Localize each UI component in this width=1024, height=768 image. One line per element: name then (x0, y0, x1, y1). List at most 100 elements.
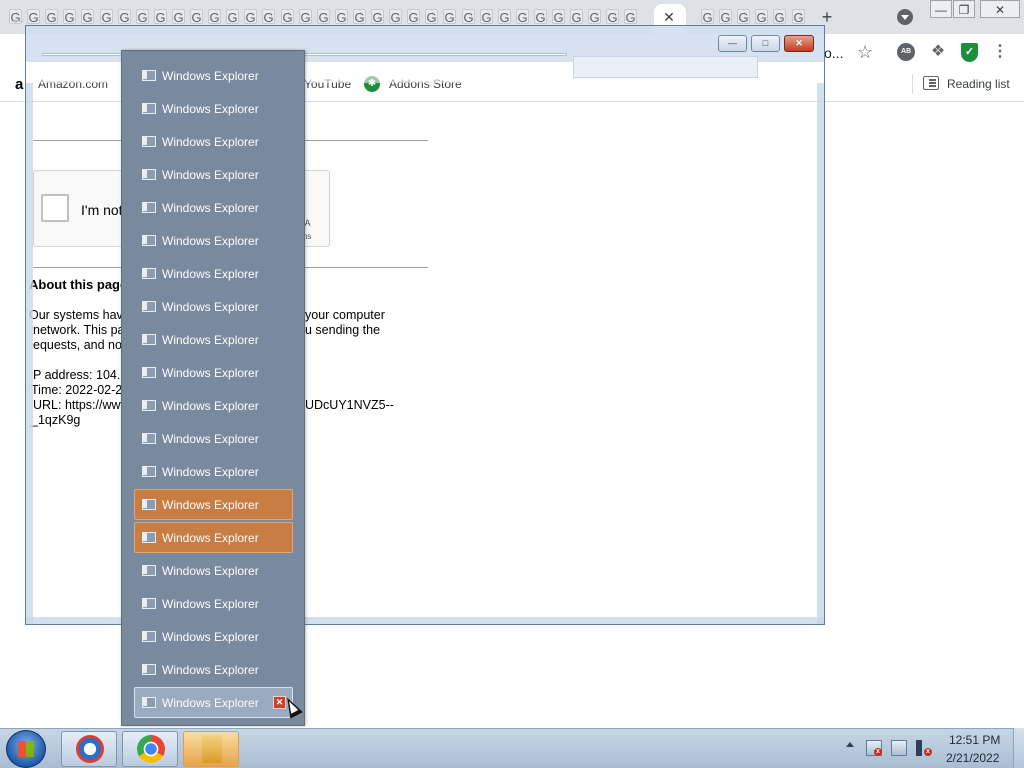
tab-favicon-icon[interactable]: G (172, 9, 185, 25)
tab-favicon-icon[interactable]: G (244, 9, 257, 25)
tab-favicon-icon[interactable]: G (792, 9, 805, 25)
tab-favicon-icon[interactable]: G (588, 9, 601, 25)
tab-favicon-icon[interactable]: G (407, 9, 420, 25)
body-line: Our systems hav (29, 308, 123, 322)
explorer-window-icon (142, 631, 156, 642)
window-thumbnail-item[interactable]: Windows Explorer (134, 258, 293, 289)
window-thumbnail-item[interactable]: Windows Explorer (134, 522, 293, 553)
window-thumbnail-label: Windows Explorer (162, 498, 259, 512)
tab-favicon-icon[interactable]: G (624, 9, 637, 25)
taskbar-item-vpn[interactable] (61, 731, 117, 767)
tab-favicon-icon[interactable]: G (773, 9, 786, 25)
window-thumbnail-item[interactable]: Windows Explorer (134, 423, 293, 454)
tab-favicon-icon[interactable]: G (570, 9, 583, 25)
tab-favicon-icon[interactable]: G (317, 9, 330, 25)
clock-time[interactable]: 12:51 PM (949, 733, 1000, 747)
tab-favicon-icon[interactable]: G (552, 9, 565, 25)
taskbar-item-explorer[interactable] (183, 731, 239, 767)
window-thumbnail-item[interactable]: Windows Explorer (134, 489, 293, 520)
tab-favicon-icon[interactable]: G (462, 9, 475, 25)
window-thumbnail-item[interactable]: Windows Explorer (134, 324, 293, 355)
window-thumbnail-item[interactable]: Windows Explorer (134, 357, 293, 388)
reading-list-button[interactable]: Reading list (947, 77, 1010, 91)
tab-favicon-icon[interactable]: G (606, 9, 619, 25)
window-thumbnail-item[interactable]: Windows Explorer (134, 390, 293, 421)
tab-favicon-icon[interactable]: G (45, 9, 58, 25)
window-thumbnail-item[interactable]: Windows Explorer (134, 291, 293, 322)
chrome-minimize-button[interactable]: — (930, 0, 952, 18)
explorer-maximize-button[interactable]: □ (751, 35, 780, 52)
tab-favicon-icon[interactable]: G (425, 9, 438, 25)
tab-favicon-icon[interactable]: G (100, 9, 113, 25)
recaptcha-label: I'm not (81, 202, 123, 218)
body-line-right: your computer (305, 308, 385, 322)
tab-favicon-icon[interactable]: G (516, 9, 529, 25)
recaptcha-checkbox[interactable] (41, 194, 69, 222)
tab-favicon-icon[interactable]: G (371, 9, 384, 25)
tab-favicon-icon[interactable]: G (118, 9, 131, 25)
window-thumbnail-label: Windows Explorer (162, 399, 259, 413)
adblock-extension-icon[interactable]: AB (897, 43, 915, 61)
tab-favicon-icon[interactable]: G (353, 9, 366, 25)
window-thumbnail-item[interactable]: Windows Explorer (134, 60, 293, 91)
explorer-minimize-button[interactable]: — (718, 35, 747, 52)
window-thumbnail-item[interactable]: Windows Explorer (134, 93, 293, 124)
window-thumbnail-label: Windows Explorer (162, 102, 259, 116)
tab-favicon-icon[interactable]: G (335, 9, 348, 25)
tab-favicon-icon[interactable]: G (389, 9, 402, 25)
chrome-restore-button[interactable]: ❐ (953, 0, 975, 18)
tab-favicon-icon[interactable]: G (226, 9, 239, 25)
clock-date[interactable]: 2/21/2022 (946, 751, 999, 765)
window-thumbnail-item[interactable]: Windows Explorer (134, 192, 293, 223)
amazon-icon[interactable]: a (15, 76, 23, 93)
taskbar-item-chrome[interactable] (122, 731, 178, 767)
window-thumbnail-item[interactable]: Windows Explorer (134, 126, 293, 157)
tab-favicon-icon[interactable]: G (701, 9, 714, 25)
window-thumbnail-item[interactable]: Windows Explorer (134, 555, 293, 586)
tab-search-icon[interactable] (897, 9, 913, 25)
new-tab-button[interactable]: + (817, 7, 837, 27)
tab-close-icon[interactable]: ✕ (660, 8, 678, 26)
window-thumbnail-item[interactable]: Windows Explorer (134, 687, 293, 718)
tab-favicon-icon[interactable]: G (81, 9, 94, 25)
tab-favicon-icon[interactable]: G (281, 9, 294, 25)
window-thumbnail-item[interactable]: Windows Explorer (134, 456, 293, 487)
address-bar-text[interactable]: o... (824, 45, 843, 61)
window-thumbnail-item[interactable]: Windows Explorer (134, 588, 293, 619)
window-thumbnail-item[interactable]: Windows Explorer (134, 621, 293, 652)
explorer-search-box[interactable] (573, 56, 758, 78)
tab-favicon-icon[interactable]: G (737, 9, 750, 25)
show-hidden-icons-icon[interactable] (846, 742, 854, 747)
explorer-window-border (817, 83, 825, 625)
body-line-right: UDcUY1NVZ5-- (305, 398, 394, 412)
window-thumbnail-item[interactable]: Windows Explorer (134, 225, 293, 256)
explorer-window-icon (142, 532, 156, 543)
window-thumbnail-label: Windows Explorer (162, 663, 259, 677)
show-desktop-button[interactable] (1013, 728, 1024, 768)
tab-favicon-icon[interactable]: G (262, 9, 275, 25)
reading-list-icon[interactable] (923, 76, 939, 90)
tab-favicon-icon[interactable]: G (190, 9, 203, 25)
tab-favicon-icon[interactable]: G (154, 9, 167, 25)
extensions-puzzle-icon[interactable]: ❖ (928, 42, 948, 62)
network-icon[interactable] (891, 740, 907, 756)
explorer-close-button[interactable]: ✕ (784, 35, 814, 52)
chrome-menu-icon[interactable]: ⋮ (992, 42, 1008, 62)
tab-favicon-icon[interactable]: G (719, 9, 732, 25)
tab-favicon-icon[interactable]: G (480, 9, 493, 25)
bookmark-star-icon[interactable]: ☆ (857, 43, 875, 61)
explorer-window-icon (142, 169, 156, 180)
tab-favicon-icon[interactable]: G (299, 9, 312, 25)
tab-favicon-icon[interactable]: G (443, 9, 456, 25)
tab-favicon-icon[interactable]: G (498, 9, 511, 25)
tab-favicon-icon[interactable]: G (534, 9, 547, 25)
tab-favicon-icon[interactable]: G (136, 9, 149, 25)
window-thumbnail-item[interactable]: Windows Explorer (134, 159, 293, 190)
tab-favicon-icon[interactable]: G (208, 9, 221, 25)
tab-favicon-icon[interactable]: G (755, 9, 768, 25)
chrome-close-button[interactable]: ✕ (980, 0, 1020, 18)
tab-favicon-icon[interactable]: G (63, 9, 76, 25)
start-button[interactable] (6, 730, 46, 768)
shield-extension-icon[interactable]: ✓ (961, 43, 978, 62)
window-thumbnail-item[interactable]: Windows Explorer (134, 654, 293, 685)
